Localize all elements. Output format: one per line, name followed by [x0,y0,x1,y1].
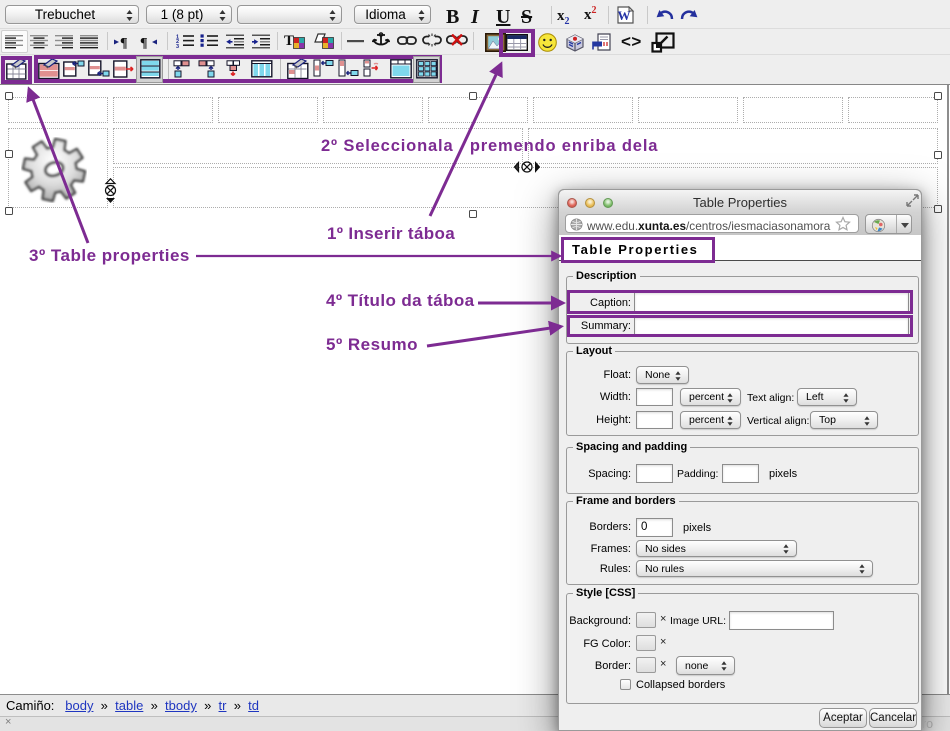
svg-text:W: W [618,8,631,23]
svg-text:¶: ¶ [120,36,128,49]
svg-text:¶: ¶ [140,36,148,49]
svg-text:3: 3 [176,44,179,49]
svg-text:T: T [284,33,294,49]
